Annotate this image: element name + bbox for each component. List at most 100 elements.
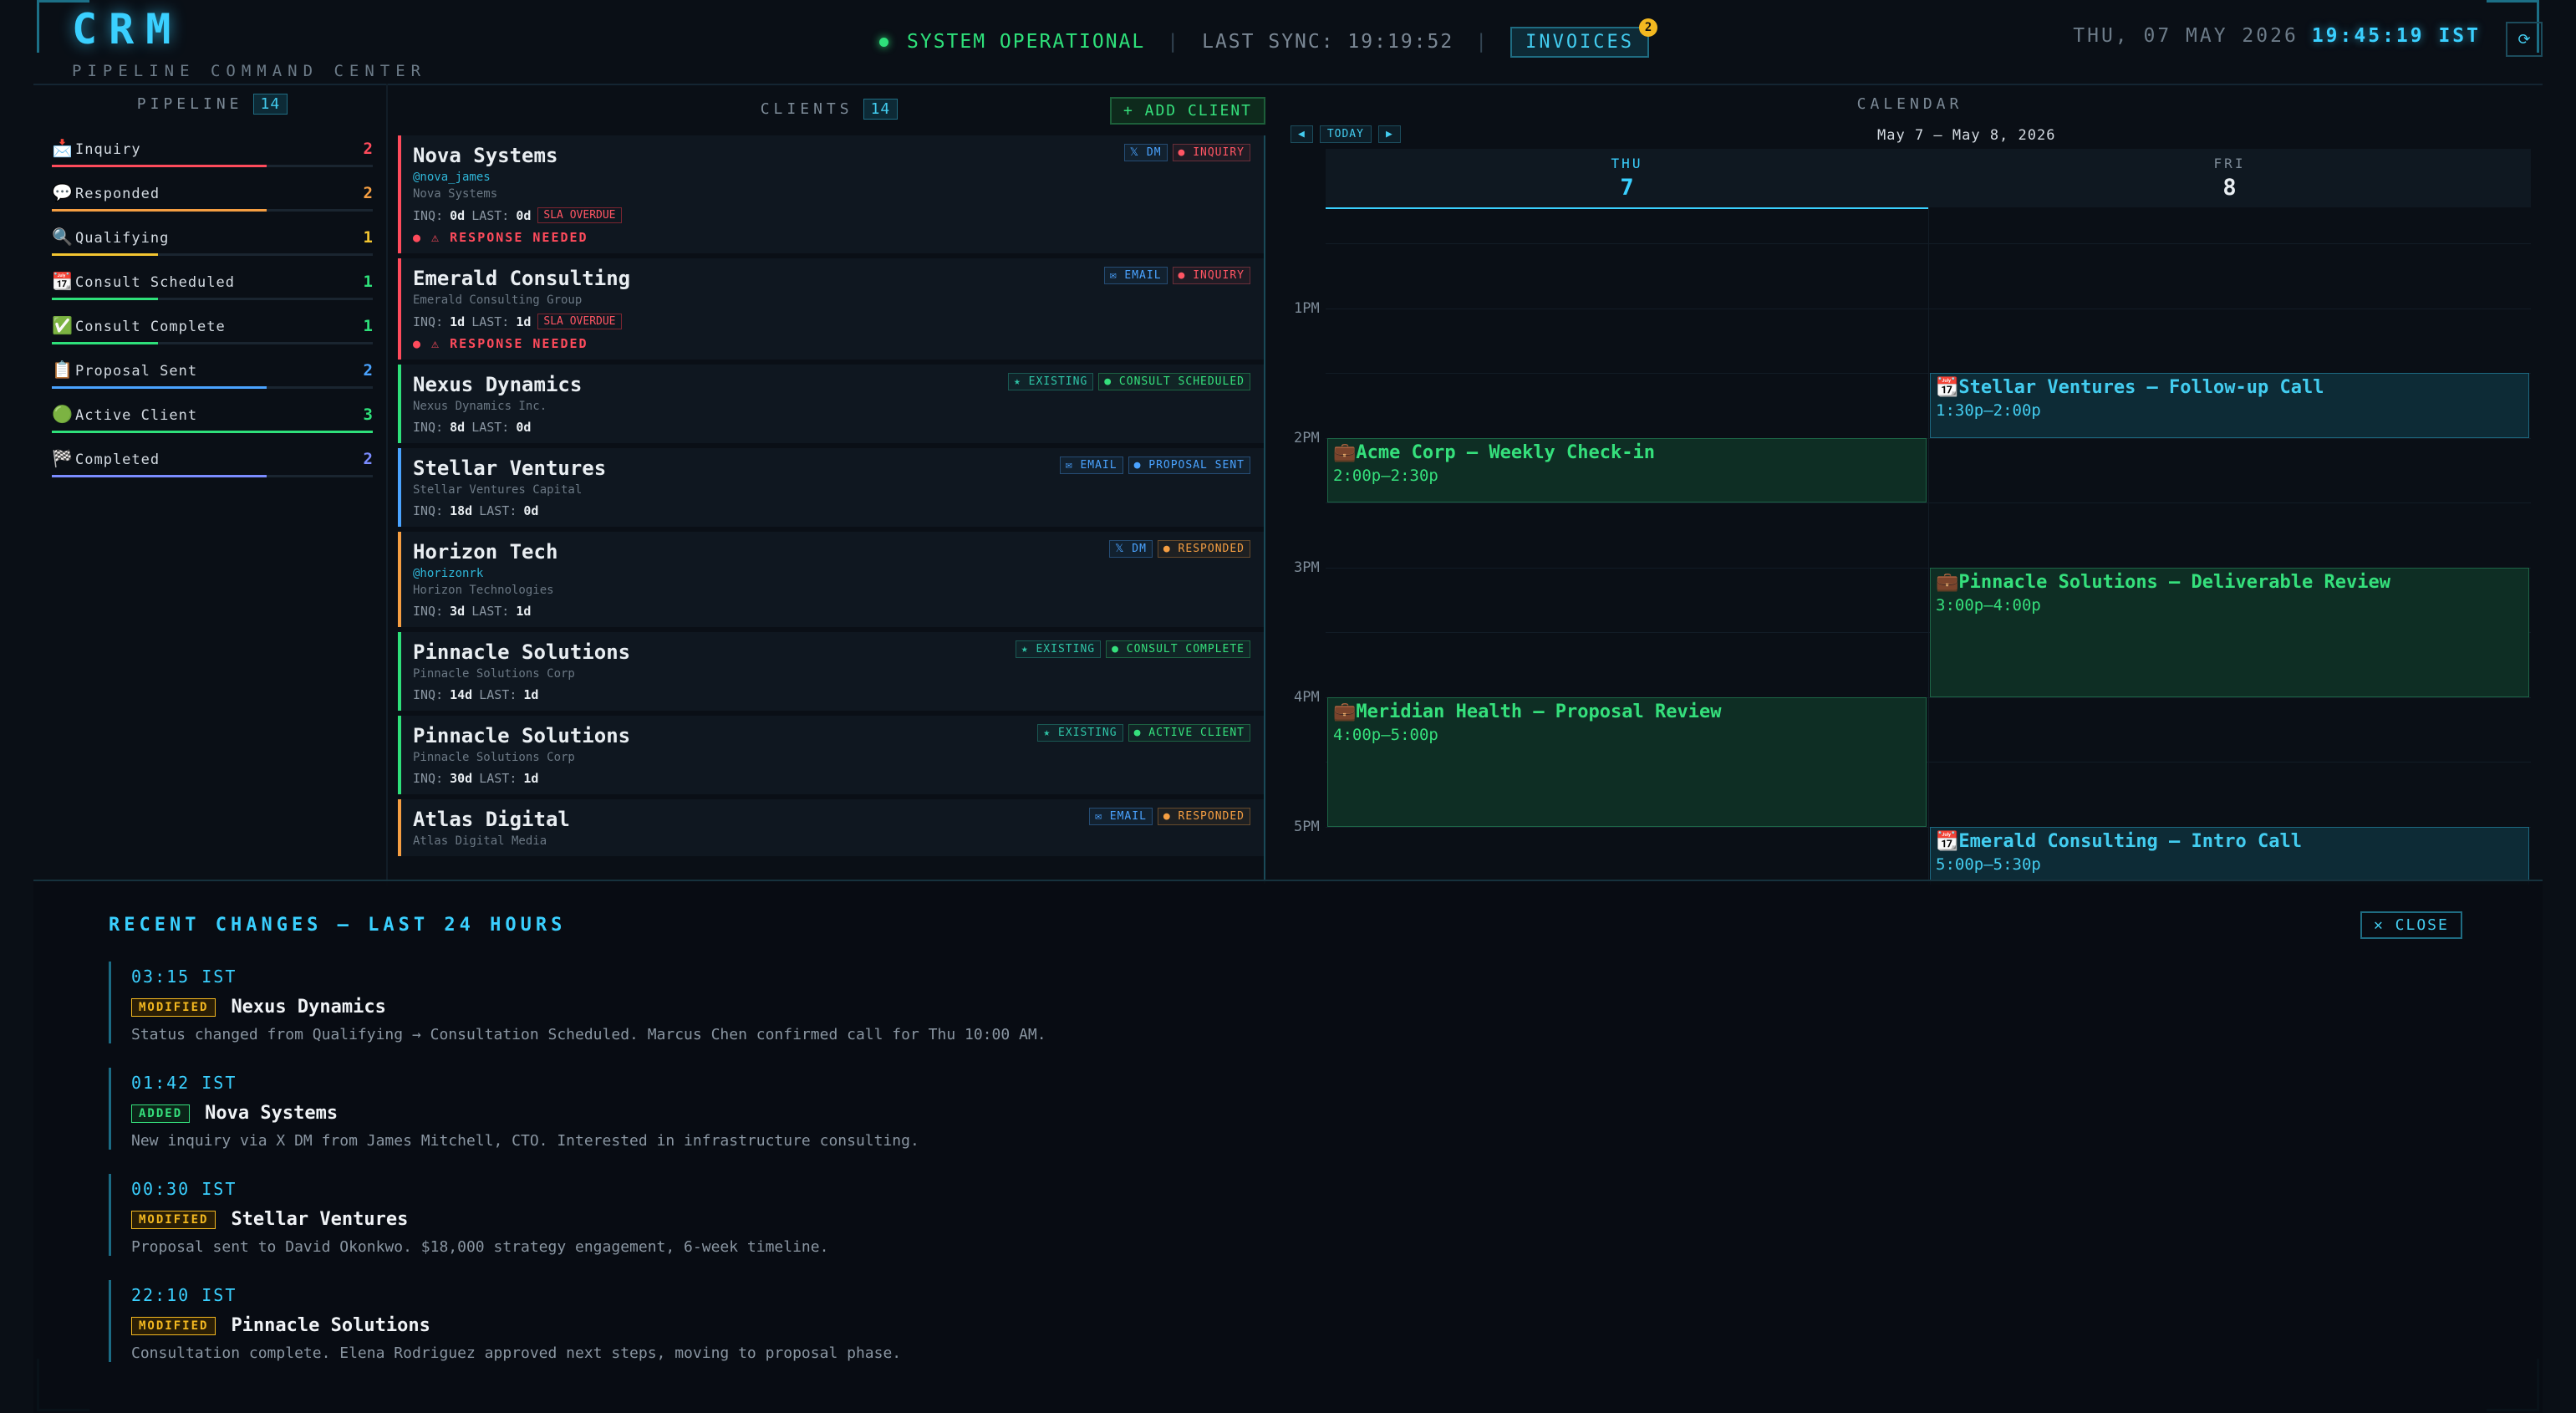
- client-tags: ★ EXISTING ● ACTIVE CLIENT: [1037, 724, 1250, 742]
- pipeline-stage[interactable]: ✅ Consult Complete 1: [48, 312, 376, 356]
- inq-label: INQ:: [413, 687, 444, 702]
- stage-name: Active Client: [75, 407, 198, 424]
- status-tag: ● ACTIVE CLIENT: [1128, 724, 1250, 742]
- client-meta: INQ: 1d LAST: 1d SLA OVERDUE: [413, 314, 1252, 329]
- pipeline-stage[interactable]: 💬 Responded 2: [48, 179, 376, 223]
- invoices-button[interactable]: INVOICES 2: [1510, 18, 1658, 58]
- stage-icon: 💬: [52, 182, 73, 202]
- change-client-name[interactable]: Nexus Dynamics: [231, 997, 385, 1018]
- calendar-range: May 7 – May 8, 2026: [1877, 127, 2056, 144]
- today-button[interactable]: TODAY: [1319, 125, 1372, 143]
- event-title: 💼Pinnacle Solutions — Deliverable Review: [1936, 571, 2390, 593]
- client-card[interactable]: Pinnacle Solutions Pinnacle Solutions Cor…: [398, 632, 1264, 711]
- change-item: 00:30 IST MODIFIED Stellar Ventures Proposa…: [109, 1174, 1469, 1256]
- calendar-event[interactable]: 📆Stellar Ventures — Follow-up Call 1:30p–…: [1930, 373, 2529, 438]
- top-header: CRM PIPELINE COMMAND CENTER SYSTEM OPERA…: [33, 0, 2543, 85]
- calendar-event[interactable]: 💼Pinnacle Solutions — Deliverable Review…: [1930, 567, 2529, 697]
- change-client-name[interactable]: Nova Systems: [205, 1103, 338, 1124]
- recent-changes-title: RECENT CHANGES — LAST 24 HOURS: [109, 915, 567, 936]
- client-meta: INQ: 14d LAST: 1d: [413, 687, 1252, 702]
- day-column-divider: [1928, 207, 1929, 885]
- next-week-button[interactable]: ▶: [1377, 125, 1401, 143]
- client-card[interactable]: Atlas Digital Atlas Digital Media ✉ EMAIL ●…: [398, 799, 1264, 856]
- client-company: Nova Systems: [413, 187, 498, 201]
- stage-progress-track: [52, 253, 373, 256]
- channel-tag: 𝕏 DM: [1108, 540, 1153, 558]
- stage-progress-fill: [52, 253, 158, 256]
- client-company: Pinnacle Solutions Corp: [413, 751, 575, 764]
- change-description: New inquiry via X DM from James Mitchell…: [131, 1132, 919, 1150]
- stage-icon: 📆: [52, 271, 73, 291]
- client-list[interactable]: Nova Systems @nova_james Nova Systems INQ: 0…: [398, 135, 1265, 884]
- stage-count: 3: [363, 406, 373, 424]
- pipeline-stage[interactable]: 📆 Consult Scheduled 1: [48, 268, 376, 312]
- last-label: LAST:: [471, 314, 510, 329]
- channel-tag: ★ EXISTING: [1015, 640, 1102, 658]
- channel-tag: ✉ EMAIL: [1089, 808, 1153, 825]
- change-client-name[interactable]: Stellar Ventures: [231, 1209, 408, 1230]
- system-status: SYSTEM OPERATIONAL: [907, 31, 1146, 53]
- invoices-label: INVOICES: [1525, 31, 1635, 53]
- day-header[interactable]: THU 7: [1326, 149, 1928, 209]
- pipeline-stage[interactable]: 🔍 Qualifying 1: [48, 223, 376, 268]
- hour-label: 5PM: [1294, 818, 1320, 835]
- last-label: LAST:: [471, 604, 510, 619]
- client-handle[interactable]: @nova_james: [413, 171, 1252, 184]
- channel-tag: ✉ EMAIL: [1059, 457, 1123, 474]
- status-tag: ● INQUIRY: [1172, 267, 1250, 284]
- pipeline-stage[interactable]: 🟢 Active Client 3: [48, 400, 376, 445]
- client-card[interactable]: Stellar Ventures Stellar Ventures Capital…: [398, 448, 1264, 527]
- sla-badge: SLA OVERDUE: [537, 314, 622, 329]
- client-card[interactable]: Horizon Tech @horizonrk Horizon Technologi…: [398, 532, 1264, 627]
- status-tag: ● RESPONDED: [1157, 808, 1250, 825]
- day-header[interactable]: FRI 8: [1928, 149, 2531, 207]
- hour-label: 2PM: [1294, 429, 1320, 446]
- channel-tag: ✉ EMAIL: [1103, 267, 1168, 284]
- client-card[interactable]: Pinnacle Solutions Pinnacle Solutions Cor…: [398, 716, 1264, 794]
- system-status-bar: SYSTEM OPERATIONAL | LAST SYNC: 19:19:52…: [879, 18, 1658, 59]
- client-card[interactable]: Nova Systems @nova_james Nova Systems INQ: 0…: [398, 135, 1264, 253]
- last-label: LAST:: [471, 420, 510, 435]
- client-card[interactable]: Emerald Consulting Emerald Consulting Gro…: [398, 258, 1264, 360]
- event-time: 2:00p–2:30p: [1333, 466, 1438, 485]
- event-title: 💼Meridian Health — Proposal Review: [1333, 701, 1722, 722]
- prev-week-button[interactable]: ◀: [1291, 125, 1313, 143]
- pipeline-stage[interactable]: 📋 Proposal Sent 2: [48, 356, 376, 400]
- change-description: Consultation complete. Elena Rodriguez a…: [131, 1344, 902, 1362]
- calendar-event[interactable]: 💼Acme Corp — Weekly Check-in 2:00p–2:30p: [1327, 437, 1927, 502]
- app-logo: CRM: [72, 5, 183, 54]
- inq-label: INQ:: [413, 314, 444, 329]
- clients-count: 14: [863, 99, 899, 120]
- inq-label: INQ:: [413, 207, 444, 223]
- stage-name: Inquiry: [75, 141, 141, 158]
- stage-progress-track: [52, 386, 373, 389]
- inq-label: INQ:: [413, 420, 444, 435]
- app-subtitle: PIPELINE COMMAND CENTER: [72, 62, 427, 80]
- change-type-badge: MODIFIED: [131, 1316, 216, 1335]
- calendar-event[interactable]: 💼Meridian Health — Proposal Review 4:00p–…: [1327, 696, 1927, 827]
- stage-progress-fill: [52, 431, 373, 433]
- calendar-event[interactable]: 📆Emerald Consulting — Intro Call 5:00p–5:…: [1930, 826, 2529, 885]
- stage-icon: 🔍: [52, 227, 73, 247]
- calendar-grid[interactable]: THU 7 FRI 8 1PM 2PM 3PM 4PM 5PM 📆Stellar Ventures…: [1289, 149, 2531, 885]
- status-tag: ● CONSULT COMPLETE: [1106, 640, 1250, 658]
- pipeline-stage[interactable]: 📩 Inquiry 2: [48, 135, 376, 179]
- pipeline-stage[interactable]: 🏁 Completed 2: [48, 445, 376, 489]
- inq-label: INQ:: [413, 503, 444, 518]
- change-client-name[interactable]: Pinnacle Solutions: [231, 1315, 430, 1336]
- add-client-button[interactable]: + ADD CLIENT: [1109, 97, 1265, 125]
- client-card[interactable]: Nexus Dynamics Nexus Dynamics Inc. INQ: 8d L…: [398, 365, 1264, 443]
- stage-name: Qualifying: [75, 230, 170, 247]
- status-dot-icon: [879, 37, 888, 47]
- stage-name: Consult Complete: [75, 319, 226, 335]
- last-label: LAST:: [479, 771, 517, 786]
- stage-progress-fill: [52, 386, 267, 389]
- close-button[interactable]: ✕ CLOSE: [2360, 911, 2462, 939]
- client-handle[interactable]: @horizonrk: [413, 567, 1252, 580]
- clock: THU, 07 MAY 2026 19:45:19 IST: [2073, 25, 2481, 47]
- refresh-button[interactable]: ⟳: [2506, 22, 2543, 57]
- event-title: 📆Emerald Consulting — Intro Call: [1936, 830, 2302, 852]
- stage-progress-fill: [52, 209, 267, 212]
- last-label: LAST:: [471, 207, 510, 223]
- current-time: 19:45:19 IST: [2311, 25, 2481, 47]
